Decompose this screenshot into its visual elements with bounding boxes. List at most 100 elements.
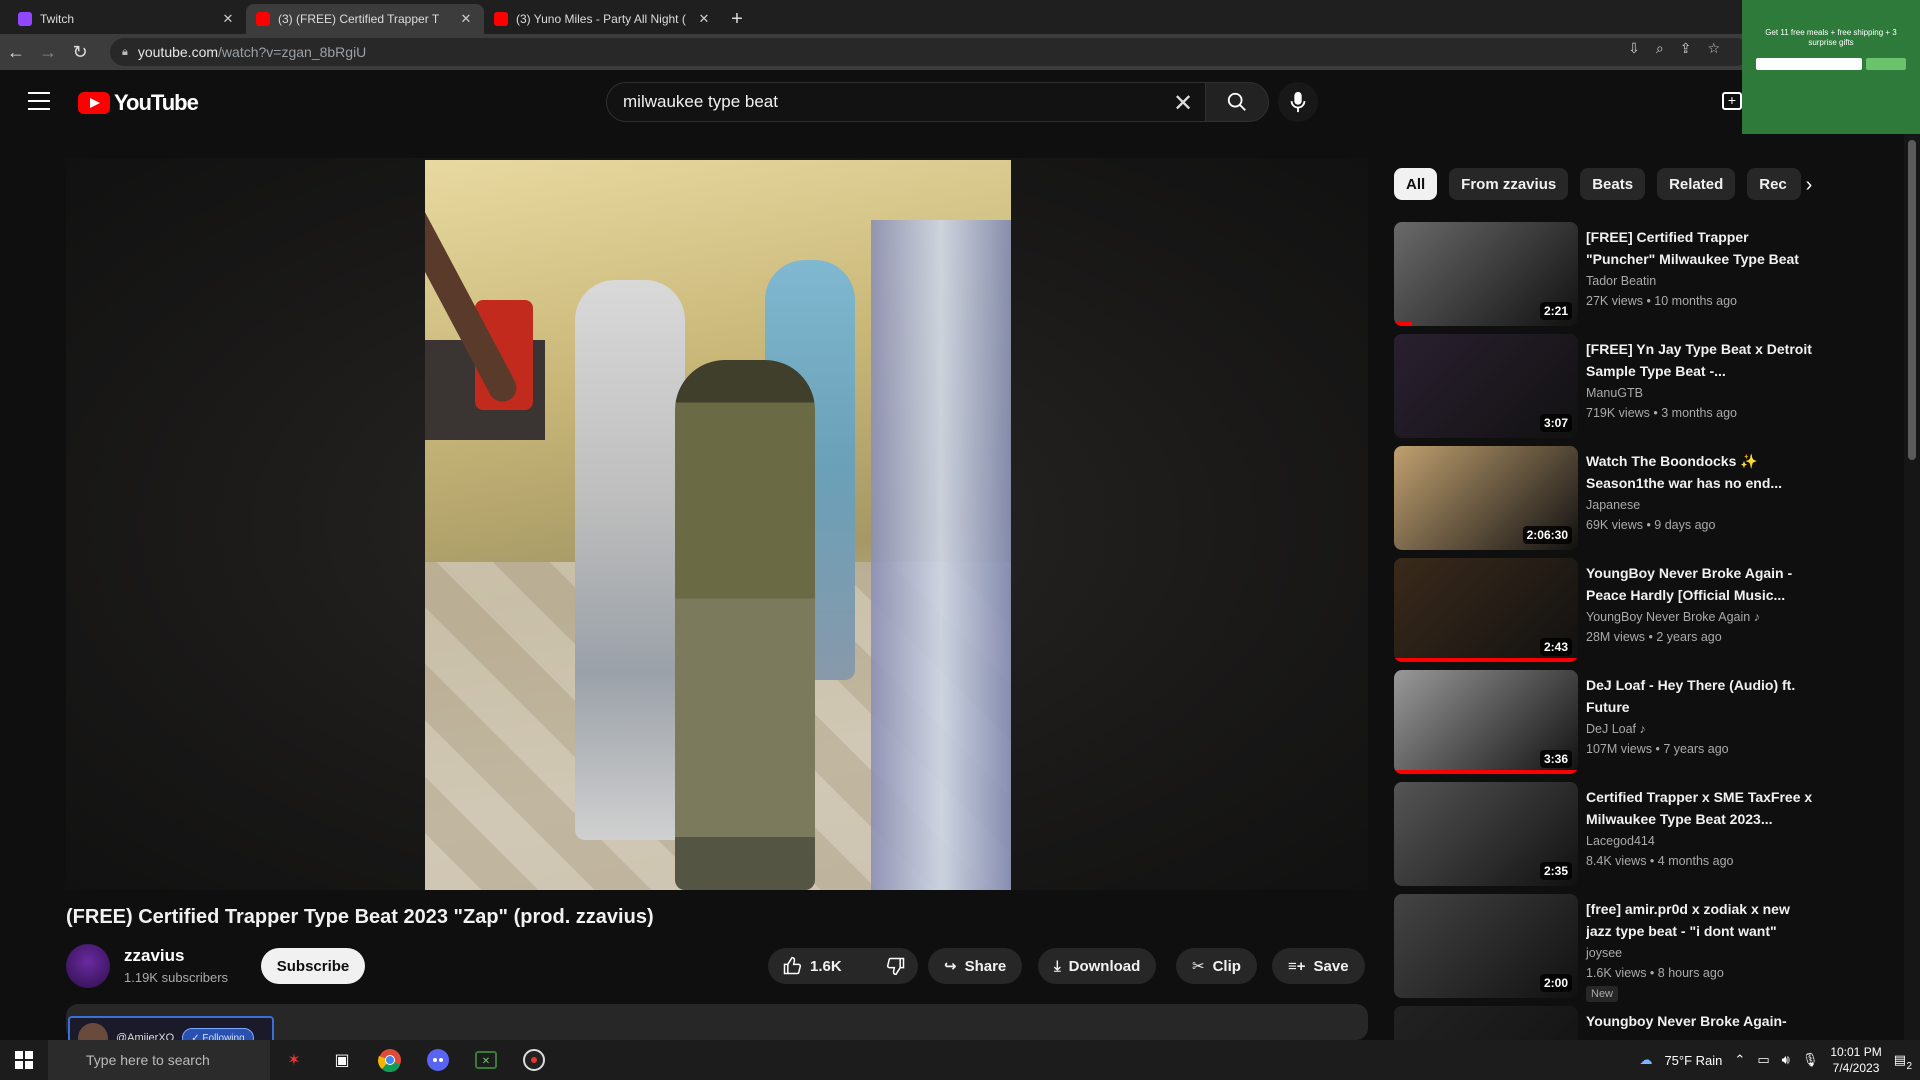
chip-from-channel[interactable]: From zzavius bbox=[1449, 168, 1569, 200]
video-thumbnail[interactable]: 2:00 bbox=[1394, 894, 1578, 998]
thumbs-down-icon bbox=[886, 957, 904, 976]
xbox-icon[interactable]: ✕ bbox=[462, 1040, 510, 1080]
scrollbar-thumb[interactable] bbox=[1908, 140, 1916, 460]
chevron-up-icon[interactable]: ⌃ bbox=[1734, 1052, 1745, 1068]
ad-email-input[interactable] bbox=[1756, 58, 1862, 70]
chevron-right-icon[interactable]: › bbox=[1798, 174, 1820, 196]
channel-name[interactable]: zzavius bbox=[124, 946, 184, 966]
save-button[interactable]: ≡+ Save bbox=[1272, 948, 1365, 984]
page-scrollbar[interactable] bbox=[1904, 134, 1920, 1040]
video-thumbnail[interactable]: 2:21 bbox=[1394, 222, 1578, 326]
voice-search-button[interactable] bbox=[1278, 82, 1318, 122]
task-view-icon[interactable]: ▣ bbox=[318, 1040, 366, 1080]
tab-youtube-current[interactable]: (3) (FREE) Certified Trapper T ✕ bbox=[246, 4, 484, 34]
dislike-button[interactable] bbox=[872, 948, 920, 984]
recommendation-channel[interactable]: ManuGTB bbox=[1586, 386, 1643, 400]
tab-close-icon[interactable]: ✕ bbox=[458, 11, 474, 27]
video-player[interactable] bbox=[66, 158, 1368, 890]
video-thumbnail[interactable]: 3:07 bbox=[1394, 334, 1578, 438]
like-dislike-group: 1.6K bbox=[768, 948, 918, 984]
forward-icon[interactable]: → bbox=[32, 36, 64, 68]
watched-progress bbox=[1394, 658, 1578, 662]
volume-icon[interactable]: 🔊︎ bbox=[1782, 1052, 1790, 1068]
recommendation-channel[interactable]: YoungBoy Never Broke Again ♪ bbox=[1586, 610, 1760, 624]
recommendation-title[interactable]: [free] amir.pr0d x zodiak x new jazz typ… bbox=[1586, 898, 1814, 942]
share-page-icon[interactable]: ⇪ bbox=[1680, 40, 1692, 57]
recommendation-meta: 107M views • 7 years ago bbox=[1586, 742, 1729, 756]
video-thumbnail[interactable]: 2:35 bbox=[1394, 782, 1578, 886]
recommendation-title[interactable]: Certified Trapper x SME TaxFree x Milwau… bbox=[1586, 786, 1814, 830]
create-icon[interactable]: + bbox=[1722, 92, 1742, 110]
clear-search-icon[interactable]: ✕ bbox=[1169, 89, 1197, 117]
chip-all[interactable]: All bbox=[1394, 168, 1438, 200]
taskbar-search-input[interactable]: Type here to search bbox=[48, 1040, 270, 1080]
tab-twitch[interactable]: Twitch ✕ bbox=[8, 4, 246, 34]
video-thumbnail[interactable]: 3:36 bbox=[1394, 670, 1578, 774]
recommendation-item[interactable]: 2:35 Certified Trapper x SME TaxFree x M… bbox=[1394, 782, 1814, 894]
new-badge: New bbox=[1586, 986, 1619, 1002]
video-thumbnail[interactable]: 2:43 bbox=[1394, 558, 1578, 662]
recommendation-channel[interactable]: DeJ Loaf ♪ bbox=[1586, 722, 1646, 736]
youtube-logo[interactable]: YouTube bbox=[78, 90, 199, 116]
recommendation-channel[interactable]: Japanese bbox=[1586, 498, 1640, 512]
recommendation-title[interactable]: Youngboy Never Broke Again- bbox=[1586, 1010, 1814, 1032]
chip-recent[interactable]: Rec bbox=[1747, 168, 1802, 200]
recommendation-channel[interactable]: Lacegod414 bbox=[1586, 834, 1655, 848]
recommendation-item[interactable]: 2:06:30 Watch The Boondocks ✨ Season1the… bbox=[1394, 446, 1814, 558]
menu-icon[interactable] bbox=[28, 92, 50, 110]
recommendation-item[interactable]: 3:36 DeJ Loaf - Hey There (Audio) ft. Fu… bbox=[1394, 670, 1814, 782]
subscribe-button[interactable]: Subscribe bbox=[261, 948, 365, 984]
recommendation-item[interactable]: 2:43 YoungBoy Never Broke Again - Peace … bbox=[1394, 558, 1814, 670]
chrome-icon[interactable] bbox=[366, 1040, 414, 1080]
system-tray: ☁ 75°F Rain ⌃ ▭ 🔊︎ 🎙︎ 10:01 PM 7/4/2023 … bbox=[1639, 1040, 1920, 1080]
recommendation-item[interactable]: 2:21 [FREE] Certified Trapper "Puncher" … bbox=[1394, 222, 1814, 334]
recommendation-channel[interactable]: Tador Beatin bbox=[1586, 274, 1656, 288]
tab-title: (3) (FREE) Certified Trapper T bbox=[278, 12, 440, 26]
notification-icon[interactable]: ▤ 2 bbox=[1894, 1052, 1912, 1072]
discord-icon[interactable] bbox=[414, 1040, 462, 1080]
download-icon: ⤓ bbox=[1054, 957, 1061, 975]
clip-button[interactable]: ✂ Clip bbox=[1176, 948, 1257, 984]
zoom-icon[interactable]: ⌕ bbox=[1656, 40, 1664, 57]
mic-tray-icon[interactable]: 🎙︎ bbox=[1802, 1052, 1819, 1068]
reload-icon[interactable]: ↻ bbox=[64, 36, 96, 68]
recommendation-title[interactable]: YoungBoy Never Broke Again - Peace Hardl… bbox=[1586, 562, 1814, 606]
chip-related[interactable]: Related bbox=[1657, 168, 1736, 200]
like-button[interactable]: 1.6K bbox=[768, 948, 856, 984]
recommendation-title[interactable]: [FREE] Yn Jay Type Beat x Detroit Sample… bbox=[1586, 338, 1814, 382]
video-title: (FREE) Certified Trapper Type Beat 2023 … bbox=[66, 906, 654, 928]
recommendation-item[interactable]: 2:00 [free] amir.pr0d x zodiak x new jaz… bbox=[1394, 894, 1814, 1006]
notification-count: 2 bbox=[1906, 1061, 1912, 1072]
new-tab-icon[interactable]: + bbox=[722, 4, 752, 34]
recommendation-meta: 8.4K views • 4 months ago bbox=[1586, 854, 1734, 868]
video-thumbnail[interactable]: 2:06:30 bbox=[1394, 446, 1578, 550]
channel-avatar[interactable] bbox=[66, 944, 110, 988]
scissors-icon: ✂ bbox=[1192, 958, 1205, 975]
tab-close-icon[interactable]: ✕ bbox=[696, 11, 712, 27]
download-label: Download bbox=[1068, 957, 1141, 975]
share-button[interactable]: ↪ Share bbox=[928, 948, 1023, 984]
network-icon[interactable]: ▭ bbox=[1757, 1052, 1769, 1068]
recommendation-title[interactable]: DeJ Loaf - Hey There (Audio) ft. Future bbox=[1586, 674, 1814, 718]
recommendation-channel[interactable]: joysee bbox=[1586, 946, 1622, 960]
tab-youtube-yuno[interactable]: (3) Yuno Miles - Party All Night ( ✕ bbox=[484, 4, 722, 34]
search-button[interactable] bbox=[1205, 82, 1269, 122]
music-app-icon[interactable] bbox=[510, 1040, 558, 1080]
ad-popup[interactable]: Get 11 free meals + free shipping + 3 su… bbox=[1742, 0, 1920, 134]
download-button[interactable]: ⤓ Download bbox=[1038, 948, 1157, 984]
install-icon[interactable]: ⇩ bbox=[1628, 40, 1640, 57]
recommendation-title[interactable]: Watch The Boondocks ✨ Season1the war has… bbox=[1586, 450, 1814, 494]
tab-close-icon[interactable]: ✕ bbox=[220, 11, 236, 27]
search-input[interactable]: milwaukee type beat ✕ bbox=[606, 82, 1206, 122]
chip-beats[interactable]: Beats bbox=[1580, 168, 1646, 200]
recommendation-title[interactable]: [FREE] Certified Trapper "Puncher" Milwa… bbox=[1586, 226, 1814, 270]
youtube-header: YouTube milwaukee type beat ✕ + bbox=[0, 70, 1920, 134]
weather-text[interactable]: 75°F Rain bbox=[1664, 1053, 1722, 1068]
clock[interactable]: 10:01 PM 7/4/2023 bbox=[1830, 1044, 1881, 1076]
ad-submit-button[interactable] bbox=[1866, 58, 1906, 70]
windows-start-icon[interactable] bbox=[0, 1040, 48, 1080]
recommendation-item[interactable]: 3:07 [FREE] Yn Jay Type Beat x Detroit S… bbox=[1394, 334, 1814, 446]
address-bar[interactable]: 🔒︎ youtube.com/watch?v=zgan_8bRgiU bbox=[110, 38, 1750, 66]
back-icon[interactable]: ← bbox=[0, 36, 32, 68]
bookmark-star-icon[interactable]: ☆ bbox=[1707, 40, 1720, 57]
